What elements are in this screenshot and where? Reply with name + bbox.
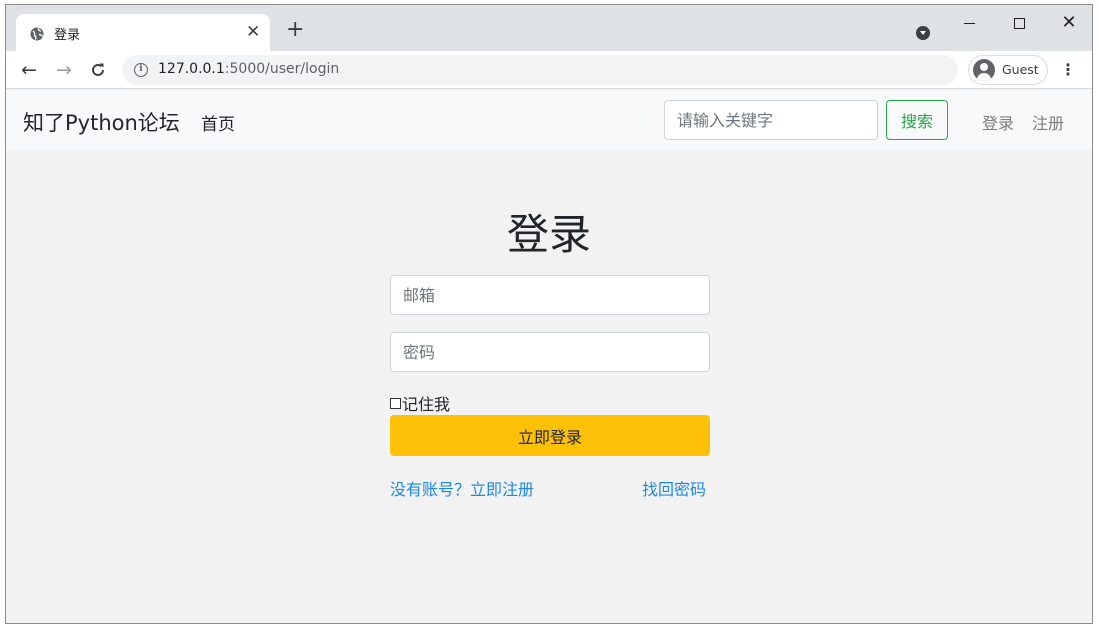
- minimize-icon: [963, 23, 975, 24]
- kebab-menu-icon[interactable]: ⋮: [1058, 59, 1078, 81]
- browser-toolbar: ← → i 127.0.0.1:5000/user/login Guest ⋮: [6, 51, 1092, 89]
- nav-home-link[interactable]: 首页: [201, 110, 235, 135]
- account-circle-icon: [973, 59, 995, 81]
- register-link[interactable]: 没有账号？立即注册: [390, 476, 534, 500]
- email-field[interactable]: [390, 275, 710, 315]
- remember-me-checkbox[interactable]: [390, 397, 401, 409]
- maximize-button[interactable]: [996, 11, 1042, 37]
- search-input[interactable]: [664, 100, 878, 140]
- close-icon[interactable]: ✕: [246, 22, 260, 42]
- password-field[interactable]: [390, 332, 710, 372]
- nav-login-link[interactable]: 登录: [982, 110, 1014, 134]
- login-submit-button[interactable]: 立即登录: [390, 415, 710, 456]
- nav-register-link[interactable]: 注册: [1032, 110, 1064, 134]
- brand-logo[interactable]: 知了Python论坛: [23, 107, 180, 137]
- url-text[interactable]: 127.0.0.1:5000/user/login: [158, 61, 339, 77]
- window-close-button[interactable]: ✕: [1046, 11, 1092, 37]
- maximize-icon: [1013, 18, 1025, 29]
- page-title: 登录: [506, 210, 591, 259]
- reload-icon[interactable]: [86, 58, 110, 82]
- browser-window: 登录 ✕ + ✕ ← → i 127.0.0.1:5000/user/login…: [5, 4, 1093, 624]
- tab-login[interactable]: 登录 ✕: [16, 14, 270, 51]
- forgot-password-link[interactable]: 找回密码: [642, 476, 706, 500]
- info-icon[interactable]: i: [134, 63, 148, 77]
- arrow-right-icon[interactable]: →: [52, 58, 76, 82]
- tab-title: 登录: [54, 28, 81, 43]
- globe-icon: [30, 26, 44, 41]
- arrow-left-icon[interactable]: ←: [17, 58, 41, 82]
- remember-me-label[interactable]: 记住我: [402, 391, 450, 415]
- new-tab-button[interactable]: +: [286, 19, 304, 41]
- tab-search-icon[interactable]: [916, 26, 930, 40]
- remember-me-row: 记住我: [390, 391, 450, 415]
- profile-button[interactable]: Guest: [968, 55, 1048, 85]
- profile-name: Guest: [1002, 62, 1039, 77]
- tab-strip: 登录 ✕ + ✕: [6, 5, 1092, 51]
- address-bar[interactable]: i 127.0.0.1:5000/user/login: [122, 55, 958, 85]
- site-navbar: 知了Python论坛 首页 搜索 登录 注册: [6, 90, 1092, 150]
- minimize-button[interactable]: [946, 11, 992, 37]
- search-button[interactable]: 搜索: [886, 100, 948, 140]
